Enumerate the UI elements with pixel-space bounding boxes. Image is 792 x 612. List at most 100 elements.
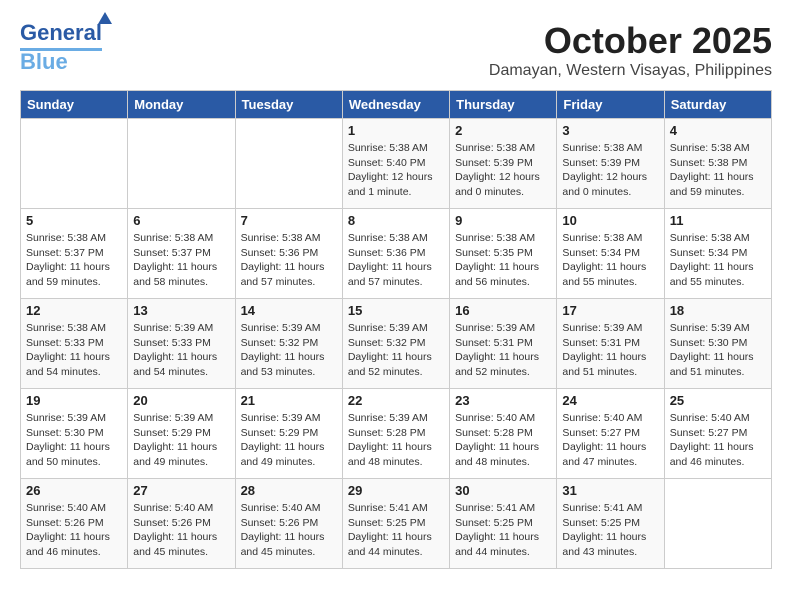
cell-day-number: 10 — [562, 213, 658, 228]
cell-day-info: Sunrise: 5:40 AMSunset: 5:26 PMDaylight:… — [133, 501, 229, 560]
title-block: October 2025 Damayan, Western Visayas, P… — [489, 20, 772, 80]
table-row: 11Sunrise: 5:38 AMSunset: 5:34 PMDayligh… — [664, 209, 771, 299]
cell-day-info: Sunrise: 5:39 AMSunset: 5:32 PMDaylight:… — [241, 321, 337, 380]
table-row: 15 Sunrise: 5:39 AMSunset: 5:32 PMDayligh… — [342, 299, 449, 389]
cell-day-number: 15 — [348, 303, 444, 318]
table-row: 10 Sunrise: 5:38 AMSunset: 5:34 PMDayligh… — [557, 209, 664, 299]
table-row: 26 Sunrise: 5:40 AMSunset: 5:26 PMDayligh… — [21, 479, 128, 569]
table-row: 7 Sunrise: 5:38 AMSunset: 5:36 PMDaylight… — [235, 209, 342, 299]
cell-day-info: Sunrise: 5:38 AMSunset: 5:33 PMDaylight:… — [26, 321, 122, 380]
cell-day-number: 6 — [133, 213, 229, 228]
cell-day-info: Sunrise: 5:38 AMSunset: 5:39 PMDaylight:… — [562, 141, 658, 200]
cell-day-info: Sunrise: 5:39 AMSunset: 5:28 PMDaylight:… — [348, 411, 444, 470]
header-sunday: Sunday — [21, 91, 128, 119]
cell-day-number: 9 — [455, 213, 551, 228]
cell-day-number: 19 — [26, 393, 122, 408]
cell-day-info: Sunrise: 5:38 AMSunset: 5:37 PMDaylight:… — [133, 231, 229, 290]
calendar-week-row: 12 Sunrise: 5:38 AMSunset: 5:33 PMDayligh… — [21, 299, 772, 389]
cell-day-number: 24 — [562, 393, 658, 408]
cell-day-info: Sunrise: 5:39 AMSunset: 5:30 PMDaylight:… — [26, 411, 122, 470]
cell-day-info: Sunrise: 5:39 AMSunset: 5:30 PMDaylight:… — [670, 321, 766, 380]
cell-day-number: 21 — [241, 393, 337, 408]
table-row: 6 Sunrise: 5:38 AMSunset: 5:37 PMDaylight… — [128, 209, 235, 299]
cell-day-info: Sunrise: 5:38 AMSunset: 5:39 PMDaylight:… — [455, 141, 551, 200]
cell-day-number: 29 — [348, 483, 444, 498]
logo-general: General — [20, 20, 102, 46]
cell-day-info: Sunrise: 5:40 AMSunset: 5:26 PMDaylight:… — [26, 501, 122, 560]
cell-day-number: 16 — [455, 303, 551, 318]
table-row: 14 Sunrise: 5:39 AMSunset: 5:32 PMDayligh… — [235, 299, 342, 389]
cell-day-info: Sunrise: 5:41 AMSunset: 5:25 PMDaylight:… — [562, 501, 658, 560]
cell-day-number: 30 — [455, 483, 551, 498]
cell-day-info: Sunrise: 5:39 AMSunset: 5:31 PMDaylight:… — [562, 321, 658, 380]
calendar-subtitle: Damayan, Western Visayas, Philippines — [489, 62, 772, 80]
cell-day-number: 26 — [26, 483, 122, 498]
cell-day-info: Sunrise: 5:38 AMSunset: 5:36 PMDaylight:… — [241, 231, 337, 290]
cell-day-info: Sunrise: 5:38 AMSunset: 5:37 PMDaylight:… — [26, 231, 122, 290]
calendar-table: Sunday Monday Tuesday Wednesday Thursday… — [20, 90, 772, 569]
cell-day-number: 31 — [562, 483, 658, 498]
cell-day-number: 3 — [562, 123, 658, 138]
table-row: 31 Sunrise: 5:41 AMSunset: 5:25 PMDayligh… — [557, 479, 664, 569]
table-row: 13 Sunrise: 5:39 AMSunset: 5:33 PMDayligh… — [128, 299, 235, 389]
cell-day-info: Sunrise: 5:41 AMSunset: 5:25 PMDaylight:… — [348, 501, 444, 560]
table-row: 18 Sunrise: 5:39 AMSunset: 5:30 PMDayligh… — [664, 299, 771, 389]
calendar-week-row: 5 Sunrise: 5:38 AMSunset: 5:37 PMDaylight… — [21, 209, 772, 299]
table-row: 27Sunrise: 5:40 AMSunset: 5:26 PMDayligh… — [128, 479, 235, 569]
cell-day-number: 25 — [670, 393, 766, 408]
cell-day-number: 18 — [670, 303, 766, 318]
header-saturday: Saturday — [664, 91, 771, 119]
cell-day-info: Sunrise: 5:39 AMSunset: 5:29 PMDaylight:… — [241, 411, 337, 470]
cell-day-number: 12 — [26, 303, 122, 318]
header-tuesday: Tuesday — [235, 91, 342, 119]
header-wednesday: Wednesday — [342, 91, 449, 119]
cell-day-number: 5 — [26, 213, 122, 228]
table-row: 1Sunrise: 5:38 AMSunset: 5:40 PMDaylight… — [342, 119, 449, 209]
cell-day-number: 23 — [455, 393, 551, 408]
cell-day-number: 7 — [241, 213, 337, 228]
table-row: 21 Sunrise: 5:39 AMSunset: 5:29 PMDayligh… — [235, 389, 342, 479]
cell-day-info: Sunrise: 5:40 AMSunset: 5:28 PMDaylight:… — [455, 411, 551, 470]
cell-day-info: Sunrise: 5:39 AMSunset: 5:32 PMDaylight:… — [348, 321, 444, 380]
table-row — [664, 479, 771, 569]
cell-day-info: Sunrise: 5:41 AMSunset: 5:25 PMDaylight:… — [455, 501, 551, 560]
table-row: 8Sunrise: 5:38 AMSunset: 5:36 PMDaylight… — [342, 209, 449, 299]
header-monday: Monday — [128, 91, 235, 119]
page-header: General Blue October 2025 Damayan, Weste… — [20, 20, 772, 80]
table-row: 5 Sunrise: 5:38 AMSunset: 5:37 PMDaylight… — [21, 209, 128, 299]
logo-blue: Blue — [20, 49, 68, 75]
table-row: 22 Sunrise: 5:39 AMSunset: 5:28 PMDayligh… — [342, 389, 449, 479]
cell-day-info: Sunrise: 5:40 AMSunset: 5:27 PMDaylight:… — [562, 411, 658, 470]
cell-day-number: 4 — [670, 123, 766, 138]
table-row: 23 Sunrise: 5:40 AMSunset: 5:28 PMDayligh… — [450, 389, 557, 479]
cell-day-number: 2 — [455, 123, 551, 138]
calendar-week-row: 19 Sunrise: 5:39 AMSunset: 5:30 PMDayligh… — [21, 389, 772, 479]
table-row: 2 Sunrise: 5:38 AMSunset: 5:39 PMDaylight… — [450, 119, 557, 209]
cell-day-info: Sunrise: 5:38 AMSunset: 5:40 PMDaylight:… — [348, 141, 444, 200]
table-row: 30 Sunrise: 5:41 AMSunset: 5:25 PMDayligh… — [450, 479, 557, 569]
header-friday: Friday — [557, 91, 664, 119]
cell-day-number: 17 — [562, 303, 658, 318]
cell-day-number: 20 — [133, 393, 229, 408]
table-row: 19 Sunrise: 5:39 AMSunset: 5:30 PMDayligh… — [21, 389, 128, 479]
table-row — [21, 119, 128, 209]
cell-day-info: Sunrise: 5:38 AMSunset: 5:38 PMDaylight:… — [670, 141, 766, 200]
table-row — [235, 119, 342, 209]
table-row: 28Sunrise: 5:40 AMSunset: 5:26 PMDayligh… — [235, 479, 342, 569]
cell-day-info: Sunrise: 5:39 AMSunset: 5:33 PMDaylight:… — [133, 321, 229, 380]
cell-day-info: Sunrise: 5:40 AMSunset: 5:27 PMDaylight:… — [670, 411, 766, 470]
calendar-week-row: 1Sunrise: 5:38 AMSunset: 5:40 PMDaylight… — [21, 119, 772, 209]
cell-day-info: Sunrise: 5:38 AMSunset: 5:34 PMDaylight:… — [562, 231, 658, 290]
table-row: 16Sunrise: 5:39 AMSunset: 5:31 PMDayligh… — [450, 299, 557, 389]
cell-day-number: 14 — [241, 303, 337, 318]
cell-day-number: 28 — [241, 483, 337, 498]
table-row: 20 Sunrise: 5:39 AMSunset: 5:29 PMDayligh… — [128, 389, 235, 479]
cell-day-number: 22 — [348, 393, 444, 408]
calendar-week-row: 26 Sunrise: 5:40 AMSunset: 5:26 PMDayligh… — [21, 479, 772, 569]
table-row: 29 Sunrise: 5:41 AMSunset: 5:25 PMDayligh… — [342, 479, 449, 569]
table-row: 4 Sunrise: 5:38 AMSunset: 5:38 PMDaylight… — [664, 119, 771, 209]
cell-day-info: Sunrise: 5:39 AMSunset: 5:29 PMDaylight:… — [133, 411, 229, 470]
table-row: 17 Sunrise: 5:39 AMSunset: 5:31 PMDayligh… — [557, 299, 664, 389]
cell-day-number: 13 — [133, 303, 229, 318]
logo-triangle-icon — [98, 12, 112, 24]
